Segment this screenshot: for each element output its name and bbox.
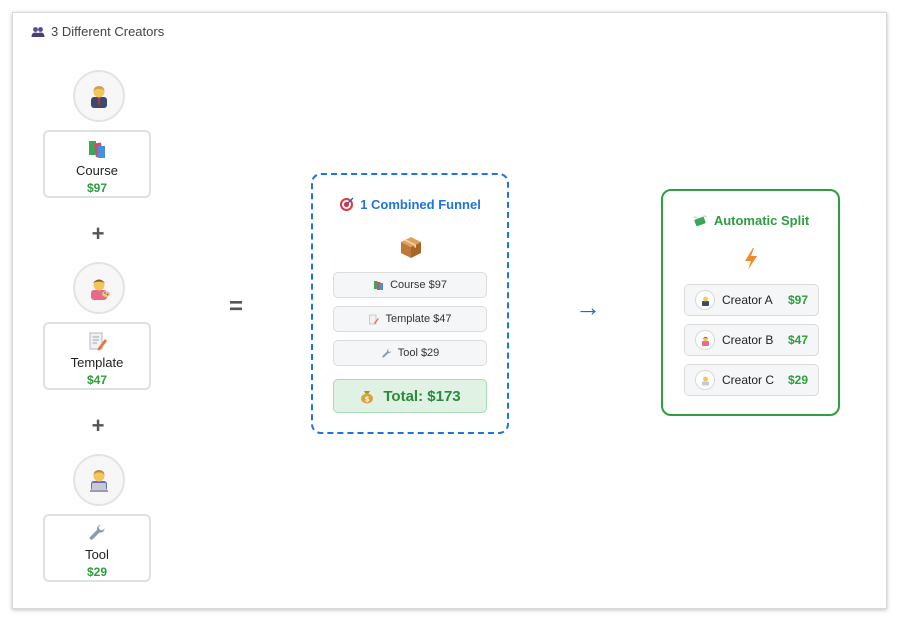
wrench-icon bbox=[382, 348, 391, 358]
creator-amount: $47 bbox=[787, 333, 808, 347]
creator-amount: $97 bbox=[787, 293, 808, 307]
equals-operator: = bbox=[229, 293, 244, 320]
businessman-icon bbox=[91, 86, 107, 108]
split-row-creator-c: Creator C $29 bbox=[684, 364, 819, 396]
memo-icon bbox=[89, 332, 107, 351]
avatar bbox=[695, 290, 715, 310]
people-icon bbox=[31, 26, 45, 37]
product-card-tool: Tool $29 bbox=[43, 514, 151, 582]
product-name: Course bbox=[76, 163, 118, 178]
funnel-item-label: Course $97 bbox=[390, 279, 447, 291]
split-title: Automatic Split bbox=[663, 213, 838, 228]
creator-avatar-3 bbox=[73, 454, 125, 506]
split-row-creator-a: Creator A $97 bbox=[684, 284, 819, 316]
funnel-total: $ Total: $173 bbox=[333, 379, 487, 413]
right-arrow-icon: → bbox=[575, 292, 601, 322]
creator-amount: $29 bbox=[787, 373, 808, 387]
funnel-item-tool: Tool $29 bbox=[333, 340, 487, 366]
product-card-template: Template $47 bbox=[43, 322, 151, 390]
funnel-title: 1 Combined Funnel bbox=[313, 197, 507, 212]
funnel-item-template: Template $47 bbox=[333, 306, 487, 332]
product-price: $97 bbox=[86, 181, 108, 195]
avatar bbox=[695, 370, 715, 390]
books-icon bbox=[374, 280, 384, 290]
memo-icon bbox=[369, 314, 380, 324]
svg-text:$: $ bbox=[365, 396, 370, 404]
funnel-total-text: Total: $173 bbox=[383, 387, 461, 405]
creator-name: Creator B bbox=[722, 333, 774, 347]
split-row-creator-b: Creator B $47 bbox=[684, 324, 819, 356]
technologist-icon bbox=[701, 376, 709, 385]
plus-operator: + bbox=[91, 221, 105, 246]
package-icon bbox=[401, 237, 421, 258]
product-price: $47 bbox=[86, 373, 108, 387]
lightning-icon bbox=[745, 248, 757, 270]
businessman-icon bbox=[701, 296, 709, 306]
funnel-title-text: 1 Combined Funnel bbox=[360, 197, 481, 212]
product-card-course: Course $97 bbox=[43, 130, 151, 198]
artist-icon bbox=[701, 336, 709, 346]
books-icon bbox=[89, 141, 105, 158]
creator-name: Creator C bbox=[722, 373, 775, 387]
creator-avatar-2 bbox=[73, 262, 125, 314]
header-title: 3 Different Creators bbox=[51, 24, 165, 39]
combined-funnel-panel: 1 Combined Funnel Course $97 Template $4… bbox=[311, 173, 509, 434]
funnel-item-label: Template $47 bbox=[385, 313, 452, 325]
split-title-text: Automatic Split bbox=[713, 213, 810, 228]
creator-name: Creator A bbox=[722, 293, 773, 307]
product-price: $29 bbox=[86, 565, 108, 579]
money-bag-icon: $ bbox=[361, 391, 374, 404]
creator-avatar-1 bbox=[73, 70, 125, 122]
product-name: Tool bbox=[85, 547, 109, 562]
wrench-icon bbox=[89, 524, 105, 540]
plus-operator: + bbox=[91, 413, 105, 438]
avatar bbox=[695, 330, 715, 350]
target-icon bbox=[340, 197, 354, 211]
product-name: Template bbox=[70, 355, 124, 370]
money-wings-icon bbox=[692, 214, 707, 226]
artist-icon bbox=[91, 279, 110, 300]
technologist-icon bbox=[90, 470, 108, 492]
funnel-item-course: Course $97 bbox=[333, 272, 487, 298]
header: 3 Different Creators bbox=[31, 24, 164, 39]
funnel-item-label: Tool $29 bbox=[397, 347, 440, 359]
automatic-split-panel: Automatic Split Creator A $97 Creator B … bbox=[661, 189, 840, 416]
